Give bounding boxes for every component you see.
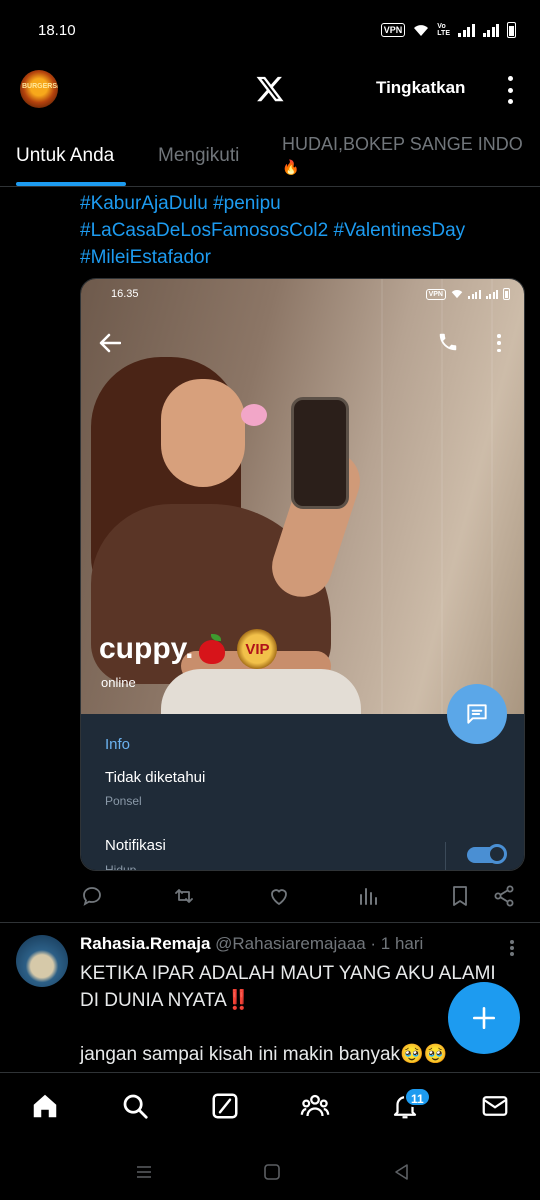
views-icon[interactable] bbox=[356, 884, 380, 908]
retweet-icon[interactable] bbox=[172, 884, 196, 908]
wifi-icon bbox=[451, 289, 463, 299]
my-avatar[interactable]: BURGERSPORT bbox=[20, 70, 58, 108]
tab-for-you[interactable]: Untuk Anda bbox=[16, 145, 114, 167]
screenshot-time: 16.35 bbox=[111, 288, 139, 300]
divider bbox=[445, 842, 446, 870]
tweet-text-line: KETIKA IPAR ADALAH MAUT YANG AKU ALAMI bbox=[80, 963, 496, 984]
vpn-icon: VPN bbox=[425, 288, 446, 300]
tab-list[interactable]: HUDAI,BOKEP SANGE INDO bbox=[282, 134, 523, 155]
fire-icon: 🔥 bbox=[282, 159, 300, 175]
phone-label: Ponsel bbox=[105, 794, 142, 808]
notification-label: Notifikasi bbox=[105, 837, 166, 854]
info-title: Info bbox=[105, 736, 131, 753]
more-options-icon[interactable] bbox=[500, 76, 520, 104]
bookmark-icon[interactable] bbox=[448, 884, 472, 908]
apple-icon bbox=[197, 634, 227, 664]
profile-photo: 16.35 VPN cuppy. VIP online bbox=[81, 279, 524, 714]
avatar-text: BURGERSPORT bbox=[22, 83, 58, 90]
tweet-text-line: jangan sampai kisah ini makin banyak🥹🥹 bbox=[80, 1044, 448, 1065]
screenshot-profile-name: cuppy. VIP bbox=[99, 629, 278, 669]
vpn-icon: VPN bbox=[380, 23, 406, 37]
system-navigation bbox=[0, 1144, 540, 1200]
home-button-icon[interactable] bbox=[262, 1162, 282, 1182]
tweet-more-icon[interactable] bbox=[510, 940, 516, 956]
top-header: BURGERSPORT Tingkatkan bbox=[0, 60, 540, 120]
screenshot-more-icon bbox=[496, 334, 502, 352]
status-icons: VPN Vo LTE bbox=[380, 22, 516, 38]
compose-button[interactable] bbox=[448, 982, 520, 1054]
bottom-navigation: 11 bbox=[0, 1072, 540, 1144]
tweet-hashtags: #KaburAjaDulu #penipu #LaCasaDeLosFamoso… bbox=[80, 190, 520, 271]
grok-icon[interactable] bbox=[210, 1091, 240, 1121]
flower-icon bbox=[241, 404, 267, 426]
vip-badge: VIP bbox=[237, 629, 278, 669]
message-fab bbox=[447, 684, 507, 744]
hashtag-line[interactable]: #LaCasaDeLosFamososCol2 #ValentinesDay bbox=[80, 217, 520, 244]
notifications-badge: 11 bbox=[404, 1087, 431, 1107]
tab-following[interactable]: Mengikuti bbox=[158, 145, 239, 167]
x-logo-icon bbox=[256, 76, 284, 102]
timeline-tabs: Untuk Anda Mengikuti HUDAI,BOKEP SANGE I… bbox=[0, 125, 540, 187]
search-icon[interactable] bbox=[120, 1091, 150, 1121]
battery-icon bbox=[503, 288, 510, 300]
battery-icon bbox=[507, 22, 516, 38]
phone-value: Tidak diketahui bbox=[105, 769, 206, 786]
signal-icon bbox=[458, 23, 475, 37]
tweet-media-image[interactable]: 16.35 VPN cuppy. VIP online Info Tidak d… bbox=[80, 278, 525, 871]
reply-icon[interactable] bbox=[80, 884, 104, 908]
profile-name-text: cuppy. bbox=[99, 632, 194, 665]
signal-2-icon bbox=[485, 289, 498, 299]
photo-skirt bbox=[161, 669, 361, 714]
photo-phone bbox=[291, 397, 349, 509]
tweet-header: Rahasia.Remaja @Rahasiaremajaaa · 1 hari bbox=[80, 934, 423, 954]
phone-call-icon bbox=[439, 333, 457, 351]
status-time: 18.10 bbox=[38, 22, 76, 39]
signal-icon bbox=[468, 289, 481, 299]
hashtag-line[interactable]: #KaburAjaDulu #penipu bbox=[80, 190, 520, 217]
back-icon[interactable] bbox=[392, 1162, 412, 1182]
author-name[interactable]: Rahasia.Remaja bbox=[80, 934, 210, 953]
tweet-actions bbox=[80, 884, 520, 912]
communities-icon[interactable] bbox=[300, 1091, 330, 1121]
screenshot-status-icons: VPN bbox=[425, 288, 510, 300]
signal-2-icon bbox=[482, 23, 499, 37]
recents-icon[interactable] bbox=[134, 1162, 154, 1182]
like-icon[interactable] bbox=[267, 884, 291, 908]
author-handle[interactable]: @Rahasiaremajaaa bbox=[215, 934, 366, 953]
active-tab-indicator bbox=[16, 182, 126, 186]
messages-icon[interactable] bbox=[480, 1091, 510, 1121]
tweet-separator bbox=[0, 922, 540, 923]
screenshot-online-status: online bbox=[101, 675, 136, 690]
back-arrow-icon bbox=[99, 333, 121, 353]
upgrade-button[interactable]: Tingkatkan bbox=[376, 78, 465, 98]
wifi-icon bbox=[414, 24, 429, 36]
plus-icon bbox=[472, 1006, 496, 1030]
notification-toggle bbox=[467, 844, 507, 864]
message-icon bbox=[467, 704, 487, 724]
notification-sub-label: Hidup bbox=[105, 863, 137, 871]
share-icon[interactable] bbox=[492, 884, 516, 908]
home-icon[interactable] bbox=[30, 1091, 60, 1121]
photo-face bbox=[161, 379, 245, 487]
hashtag-line[interactable]: #MileiEstafador bbox=[80, 244, 520, 271]
tweet-time: · 1 hari bbox=[370, 934, 424, 953]
status-bar: 18.10 VPN Vo LTE bbox=[0, 0, 540, 60]
author-avatar[interactable] bbox=[16, 935, 68, 987]
volte-icon: Vo LTE bbox=[437, 23, 450, 37]
